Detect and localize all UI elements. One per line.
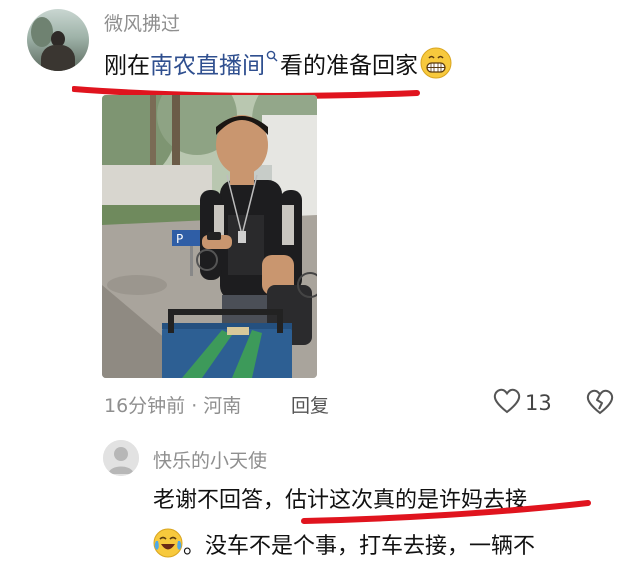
reply-text-line2: 。没车不是个事，打车去接，一辆不 (153, 528, 535, 560)
like-count: 13 (525, 391, 552, 415)
avatar[interactable] (27, 9, 89, 71)
reply-username[interactable]: 快乐的小天使 (153, 446, 267, 473)
grinning-face-emoji-icon (420, 47, 452, 79)
comment-time: 16分钟前 (104, 395, 186, 417)
avatar-background (31, 17, 53, 47)
comment-text-before: 刚在 (104, 53, 150, 79)
red-annotation-underline-2 (300, 497, 595, 531)
crying-laughing-emoji-icon (153, 528, 183, 558)
reply-avatar[interactable] (103, 440, 139, 476)
comment-location: 河南 (203, 395, 242, 417)
broken-heart-icon[interactable] (585, 389, 615, 420)
reply-button[interactable]: 回复 (291, 391, 329, 418)
search-icon[interactable] (266, 50, 278, 66)
reply-text-line2-content: 。没车不是个事，打车去接，一辆不 (183, 534, 536, 559)
heart-icon[interactable] (493, 388, 521, 418)
default-user-icon (103, 440, 139, 476)
svg-text:P: P (176, 232, 183, 246)
comment-photo[interactable]: P (102, 95, 317, 378)
avatar-body (41, 45, 75, 71)
meta-separator: · (191, 395, 198, 417)
live-room-link[interactable]: 南农直播间 (150, 53, 265, 79)
like-button[interactable]: 13 (493, 388, 552, 418)
comment-meta: 16分钟前 · 河南 (104, 391, 241, 418)
comment-text-after: 看的准备回家 (280, 53, 418, 79)
reply-text-plain: 老谢不回答， (153, 488, 286, 513)
comment-text: 刚在南农直播间 看的准备回家 (104, 46, 452, 80)
comment-username[interactable]: 微风拂过 (104, 9, 180, 36)
dislike-button[interactable] (585, 388, 615, 420)
